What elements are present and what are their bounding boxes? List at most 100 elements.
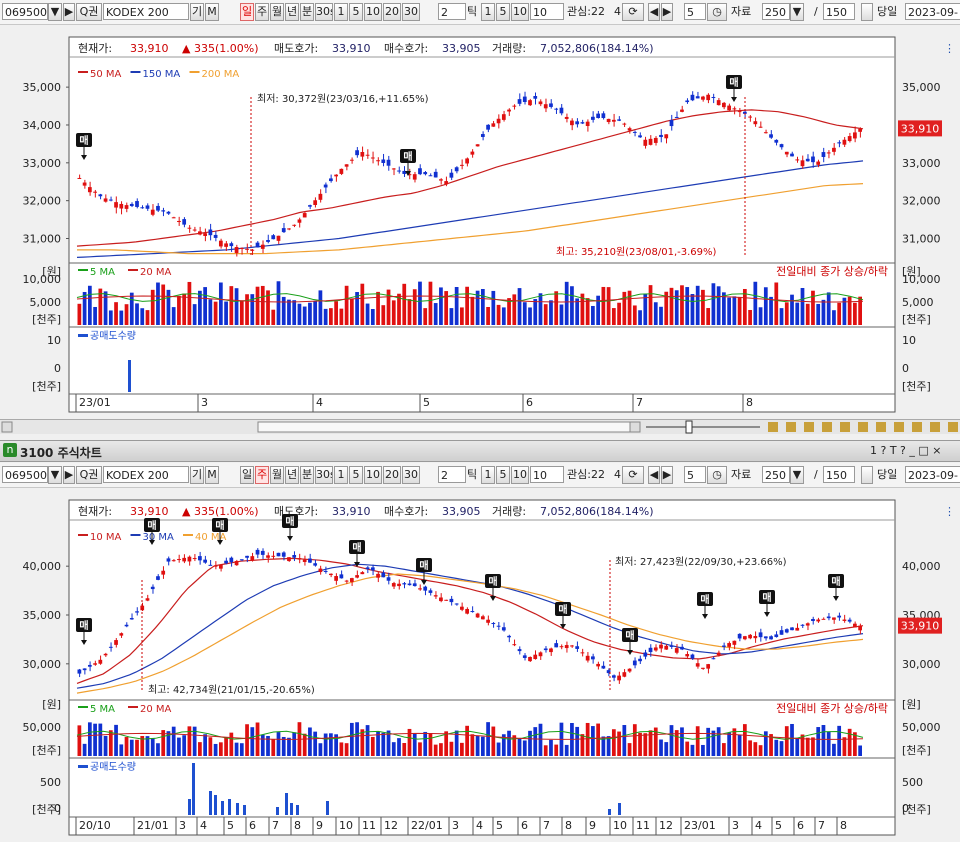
chart-scrollbar[interactable] xyxy=(0,419,960,434)
window-title: 3100 주식차트 xyxy=(20,446,102,460)
data-count-dropdown[interactable]: ▼ xyxy=(790,3,804,21)
prev-icon[interactable]: ◀ xyxy=(648,466,660,484)
interval-button-1[interactable]: 1 xyxy=(334,466,348,484)
stock-code-input[interactable]: 069500 xyxy=(2,466,48,483)
interval-button-30[interactable]: 30 xyxy=(402,3,420,21)
next-icon[interactable]: ▶ xyxy=(661,3,673,21)
period-button-0[interactable]: 일 xyxy=(240,3,254,21)
period-button-4[interactable]: 분 xyxy=(300,3,314,21)
tick-button-10[interactable]: 10 xyxy=(511,3,529,21)
interval-button-5[interactable]: 5 xyxy=(349,466,363,484)
volume-bar xyxy=(837,302,842,325)
gi-button[interactable]: 기 xyxy=(190,466,204,484)
volume-bar xyxy=(706,727,711,756)
interval-button-20[interactable]: 20 xyxy=(383,3,401,21)
code-dropdown-button[interactable]: ▼ xyxy=(48,3,62,21)
data-total-input[interactable]: 150 xyxy=(823,466,855,483)
window-titlebar[interactable]: n 3100 주식차트 1 ? T ? _ □ × xyxy=(0,440,960,462)
bottom-chart-svg[interactable]: 현재가: 33,910 ▲ 335(1.00%) 매도호가: 33,910 매수호가: 33… xyxy=(0,490,960,839)
candle-body xyxy=(108,646,113,648)
interval-button-5[interactable]: 5 xyxy=(349,3,363,21)
candle-body xyxy=(93,663,97,665)
interval-button-10[interactable]: 10 xyxy=(364,3,382,21)
vol-legend-label-1: 20 MA xyxy=(140,267,172,278)
data-count-input[interactable]: 250 xyxy=(762,3,790,20)
tick-button-1[interactable]: 1 xyxy=(481,466,495,484)
today-checkbox[interactable] xyxy=(861,466,873,484)
volume-bar xyxy=(449,308,454,325)
candle-body xyxy=(805,158,810,162)
refresh-icon[interactable]: ⟳ xyxy=(622,466,644,484)
candle-body xyxy=(826,616,831,619)
tick-button-5[interactable]: 5 xyxy=(496,466,510,484)
tick-button-10[interactable]: 10 xyxy=(511,466,529,484)
search-icon[interactable]: Q권 xyxy=(76,3,102,21)
date-input[interactable]: 2023-09- xyxy=(905,466,960,483)
m-button[interactable]: M xyxy=(205,466,219,484)
volume-bar xyxy=(496,304,501,325)
clock-icon[interactable]: ◷ xyxy=(707,466,727,484)
code-next-button[interactable]: ▶ xyxy=(63,466,75,484)
period-button-0[interactable]: 일 xyxy=(240,466,254,484)
tick-input[interactable]: 2 xyxy=(438,3,466,20)
ask-value: 33,910 xyxy=(332,505,371,518)
period-button-1[interactable]: 주 xyxy=(255,3,269,21)
tick-input[interactable]: 2 xyxy=(438,466,466,483)
period-button-1[interactable]: 주 xyxy=(255,466,269,484)
search-icon[interactable]: Q권 xyxy=(76,466,102,484)
data-count-input[interactable]: 250 xyxy=(762,466,790,483)
next-icon[interactable]: ▶ xyxy=(661,466,673,484)
volume-bar xyxy=(339,308,344,325)
code-dropdown-button[interactable]: ▼ xyxy=(48,466,62,484)
code-next-button[interactable]: ▶ xyxy=(63,3,75,21)
short-bar xyxy=(209,791,212,815)
volume-bar xyxy=(475,735,480,756)
period-button-5[interactable]: 30s xyxy=(315,3,333,21)
m-button[interactable]: M xyxy=(205,3,219,21)
top-chart-svg[interactable]: 현재가: 33,910 ▲ 335(1.00%) 매도호가: 33,910 매수호가: 33… xyxy=(0,27,960,419)
tick-button-5[interactable]: 5 xyxy=(496,3,510,21)
candle-body xyxy=(664,645,669,650)
date-input[interactable]: 2023-09- xyxy=(905,3,960,20)
candle-body xyxy=(643,652,648,657)
volume-bar xyxy=(779,741,784,756)
interval-button-1[interactable]: 1 xyxy=(334,3,348,21)
prev-icon[interactable]: ◀ xyxy=(648,3,660,21)
period-button-3[interactable]: 년 xyxy=(285,3,299,21)
volume-bar xyxy=(821,725,826,756)
candle-body xyxy=(622,672,627,677)
period-button-5[interactable]: 30s xyxy=(315,466,333,484)
x-label-26: 5 xyxy=(775,819,782,832)
interval-button-20[interactable]: 20 xyxy=(383,466,401,484)
volume-bar xyxy=(329,308,333,325)
data-count-dropdown[interactable]: ▼ xyxy=(790,466,804,484)
candle-body xyxy=(156,205,160,211)
tick-button-1[interactable]: 1 xyxy=(481,3,495,21)
step-input[interactable]: 5 xyxy=(684,466,706,483)
period-button-2[interactable]: 월 xyxy=(270,3,284,21)
interval-button-10[interactable]: 10 xyxy=(364,466,382,484)
period-button-3[interactable]: 년 xyxy=(285,466,299,484)
gi-button[interactable]: 기 xyxy=(190,3,204,21)
stock-code-input[interactable]: 069500 xyxy=(2,3,48,20)
interval-button-30[interactable]: 30 xyxy=(402,466,420,484)
clock-icon[interactable]: ◷ xyxy=(707,3,727,21)
tick-count-input[interactable]: 10 xyxy=(530,3,564,20)
today-checkbox[interactable] xyxy=(861,3,873,21)
period-button-4[interactable]: 분 xyxy=(300,466,314,484)
step-input[interactable]: 5 xyxy=(684,3,706,20)
candle-body xyxy=(344,164,349,167)
refresh-icon[interactable]: ⟳ xyxy=(622,3,644,21)
tick-count-input[interactable]: 10 xyxy=(530,466,564,483)
candle-body xyxy=(575,646,580,649)
short-tick-left-0: 10 xyxy=(47,334,61,347)
period-button-2[interactable]: 월 xyxy=(270,466,284,484)
price-tick-right-2: 30,000 xyxy=(902,658,941,671)
candle-body xyxy=(239,247,244,249)
candle-body xyxy=(758,632,763,638)
window-controls[interactable]: 1 ? T ? _ □ × xyxy=(870,444,941,457)
candle-body xyxy=(554,643,559,648)
data-total-input[interactable]: 150 xyxy=(823,3,855,20)
svg-text:매: 매 xyxy=(285,515,294,528)
candle-body xyxy=(832,617,836,620)
